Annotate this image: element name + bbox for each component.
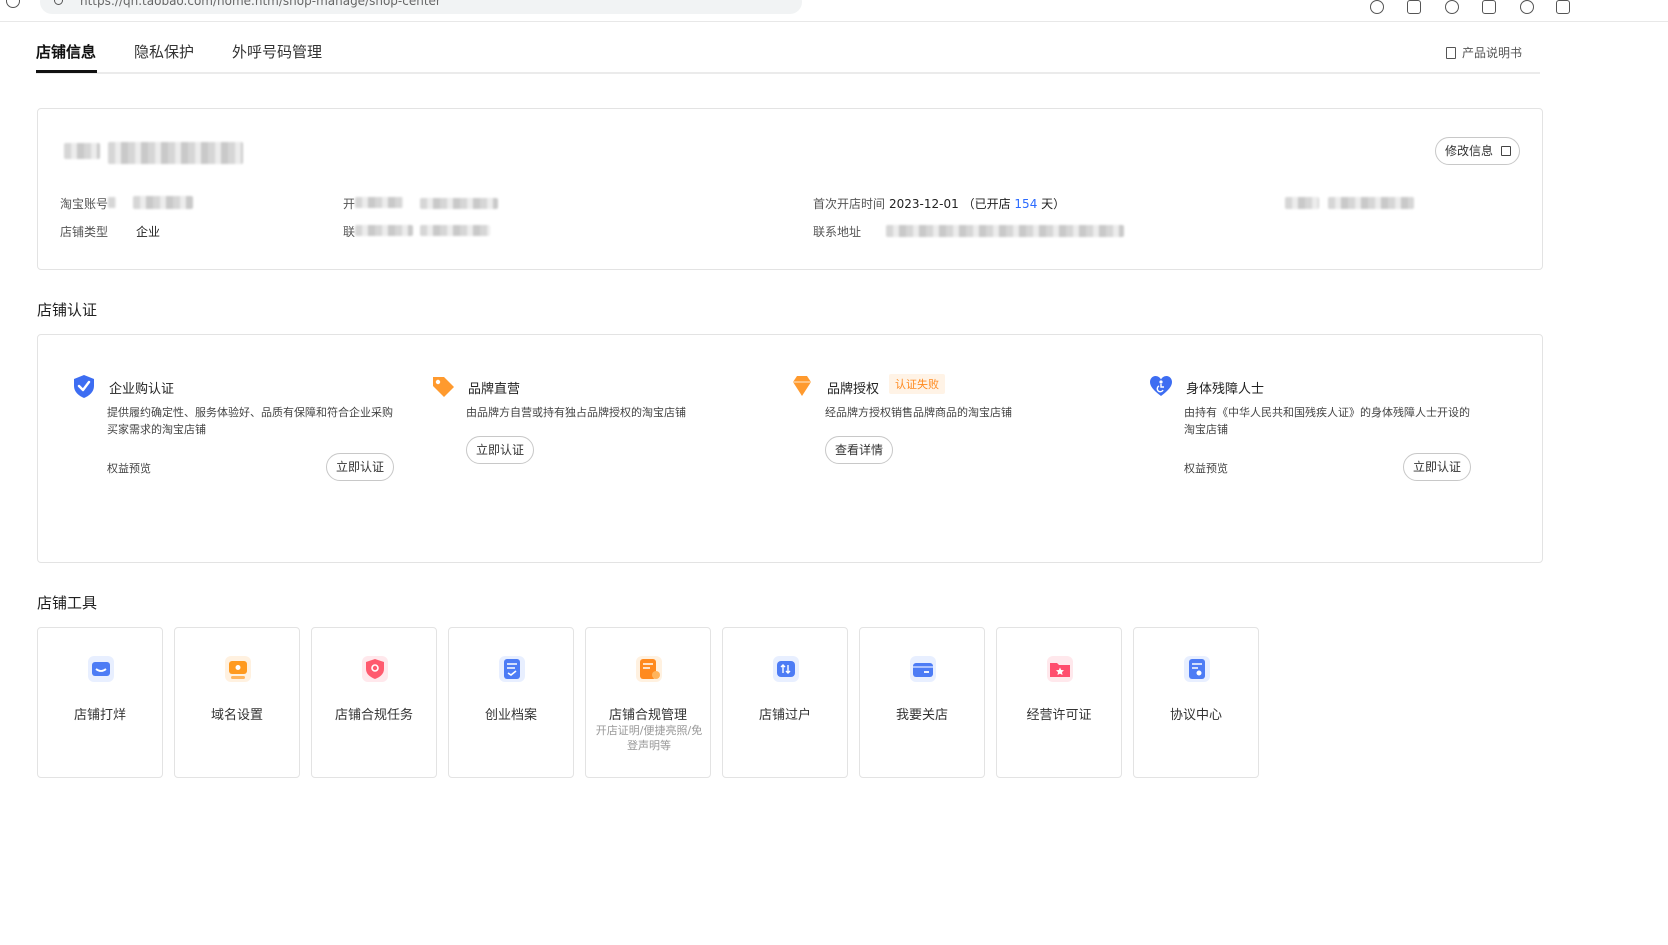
- certification-card: 企业购认证 提供履约确定性、服务体验好、品质有保障和符合企业采购买家需求的淘宝店…: [37, 334, 1543, 563]
- tool-shop-close[interactable]: 店铺打烊: [37, 627, 163, 778]
- partial-label-1: 开: [343, 197, 356, 211]
- benefit-preview-link[interactable]: 权益预览: [107, 460, 151, 476]
- browser-toolbar: https://qn.taobao.com/home.htm/shop-mana…: [0, 0, 1668, 22]
- tool-name: 我要关店: [895, 708, 948, 723]
- history-icon[interactable]: [6, 0, 20, 8]
- menu-icon[interactable]: [1556, 0, 1570, 14]
- tool-name: 域名设置: [210, 708, 263, 723]
- tool-license[interactable]: 经营许可证: [996, 627, 1122, 778]
- partial-label-2: 联: [343, 225, 356, 239]
- tool-name: 经营许可证: [1026, 708, 1092, 723]
- cert-failed-badge: 认证失败: [889, 374, 945, 394]
- tool-compliance-manage[interactable]: 店铺合规管理 开店证明/便捷亮照/免登声明等: [585, 627, 711, 778]
- download-icon[interactable]: [1370, 0, 1384, 14]
- shop-info-card: 修改信息 淘宝账号 开 首次开店时间 2023-12-01 （已开店 154 天…: [37, 108, 1543, 270]
- archive-icon: [499, 656, 525, 682]
- cert-title: 品牌直营: [468, 382, 521, 397]
- domain-icon: [225, 656, 251, 682]
- tool-subtitle: 开店证明/便捷亮照/免登声明等: [595, 724, 703, 752]
- tool-transfer[interactable]: 店铺过户: [722, 627, 848, 778]
- agreement-icon: [1184, 656, 1210, 682]
- view-details-button[interactable]: 查看详情: [825, 436, 894, 464]
- edit-info-label: 修改信息: [1444, 144, 1493, 158]
- compliance-manage-icon: [636, 656, 662, 682]
- shop-close-icon: [88, 656, 114, 682]
- tool-name: 店铺合规任务: [334, 708, 413, 723]
- product-manual-link[interactable]: 产品说明书: [1445, 44, 1522, 61]
- taobao-account-label: 淘宝账号: [60, 197, 109, 211]
- url-text[interactable]: https://qn.taobao.com/home.htm/shop-mana…: [80, 0, 441, 8]
- profile-icon[interactable]: [1520, 0, 1534, 14]
- contact-label-redacted: [355, 225, 413, 236]
- compliance-task-icon: [362, 656, 388, 682]
- tab-privacy[interactable]: 隐私保护: [134, 41, 194, 62]
- tool-name: 店铺合规管理: [608, 708, 687, 723]
- address-label: 联系地址: [813, 225, 862, 239]
- field-label-redacted-2: [1285, 197, 1319, 209]
- cert-desc: 由持有《中华人民共和国残疾人证》的身体残障人士开设的淘宝店铺: [1184, 406, 1470, 436]
- shop-type-label: 店铺类型: [60, 225, 109, 239]
- extensions-icon[interactable]: [1482, 0, 1496, 14]
- copy-icon[interactable]: [1407, 0, 1421, 14]
- star-icon[interactable]: [1445, 0, 1459, 14]
- open-time-label: 首次开店时间: [813, 197, 886, 211]
- field-value-redacted-2: [1328, 197, 1414, 209]
- address-value-redacted: [886, 225, 1124, 237]
- product-manual-label: 产品说明书: [1461, 46, 1522, 60]
- certification-section-title: 店铺认证: [37, 301, 98, 319]
- tool-agreement[interactable]: 协议中心: [1133, 627, 1259, 778]
- shield-check-icon: [74, 375, 94, 398]
- benefit-preview-link[interactable]: 权益预览: [1184, 460, 1228, 476]
- address-bar[interactable]: https://qn.taobao.com/home.htm/shop-mana…: [40, 0, 802, 14]
- certify-now-button[interactable]: 立即认证: [326, 453, 395, 481]
- tool-close-shop[interactable]: 我要关店: [859, 627, 985, 778]
- cert-title: 品牌授权: [827, 382, 880, 397]
- tab-bar: 店铺信息 隐私保护 外呼号码管理 产品说明书: [36, 40, 1540, 74]
- tab-outbound-number[interactable]: 外呼号码管理: [232, 41, 322, 62]
- field-value-redacted-1: [420, 198, 498, 209]
- cert-desc: 经品牌方授权销售品牌商品的淘宝店铺: [825, 406, 1012, 419]
- certify-now-button[interactable]: 立即认证: [466, 436, 535, 464]
- contact-value-redacted: [420, 225, 490, 236]
- shop-name-redacted: [108, 142, 243, 164]
- tool-domain[interactable]: 域名设置: [174, 627, 300, 778]
- cert-desc: 由品牌方自营或持有独占品牌授权的淘宝店铺: [466, 406, 686, 419]
- heart-icon: [1150, 376, 1172, 396]
- tools-section-title: 店铺工具: [37, 594, 98, 612]
- cert-desc: 提供履约确定性、服务体验好、品质有保障和符合企业采购买家需求的淘宝店铺: [107, 406, 393, 436]
- certify-now-button[interactable]: 立即认证: [1403, 453, 1472, 481]
- tool-name: 店铺打烊: [73, 708, 126, 723]
- tool-name: 店铺过户: [758, 708, 811, 723]
- license-icon: [1047, 656, 1073, 682]
- tool-archive[interactable]: 创业档案: [448, 627, 574, 778]
- field-label-redacted-1: [355, 197, 403, 208]
- active-tab-indicator: [36, 70, 97, 73]
- tool-compliance-task[interactable]: 店铺合规任务: [311, 627, 437, 778]
- external-link-icon: [1501, 146, 1511, 156]
- transfer-icon: [773, 656, 799, 682]
- tab-shop-info[interactable]: 店铺信息: [36, 41, 96, 62]
- open-days-count: 154: [1014, 197, 1038, 211]
- tool-name: 创业档案: [484, 708, 537, 723]
- shop-logo-redacted: [64, 143, 100, 159]
- diamond-icon: [793, 376, 811, 396]
- cert-title: 身体残障人士: [1186, 382, 1265, 397]
- search-icon: [54, 0, 63, 5]
- edit-info-button[interactable]: 修改信息: [1434, 137, 1520, 165]
- open-time-value: 2023-12-01 （已开店 154 天）: [889, 197, 1066, 211]
- taobao-account-label-redacted: [108, 197, 116, 208]
- tag-icon: [433, 377, 454, 397]
- cert-title: 企业购认证: [109, 382, 175, 397]
- shop-type-value: 企业: [136, 225, 161, 239]
- close-shop-icon: [910, 656, 936, 682]
- tool-name: 协议中心: [1169, 708, 1222, 723]
- taobao-account-redacted: [133, 196, 193, 209]
- book-icon: [1445, 46, 1456, 59]
